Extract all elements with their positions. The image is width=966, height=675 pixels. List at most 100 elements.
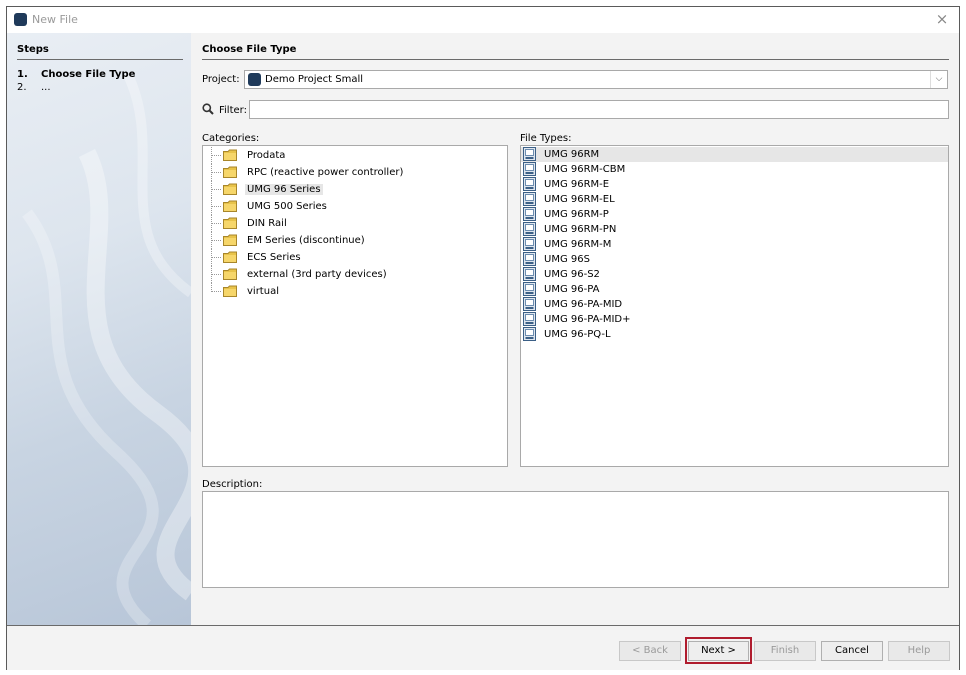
file-type-item[interactable]: UMG 96RM <box>521 147 948 162</box>
file-type-item[interactable]: UMG 96S <box>521 252 948 267</box>
category-label: UMG 96 Series <box>245 184 323 195</box>
file-type-item[interactable]: UMG 96RM-M <box>521 237 948 252</box>
device-icon <box>523 177 536 191</box>
app-logo-icon <box>14 13 27 26</box>
file-type-item[interactable]: UMG 96-S2 <box>521 267 948 282</box>
category-label: EM Series (discontinue) <box>247 235 365 246</box>
categories-tree[interactable]: Prodata RPC (reactive power controller) UM… <box>202 145 508 467</box>
project-dropdown[interactable]: Demo Project Small ⌵ <box>244 70 948 89</box>
folder-icon <box>223 234 237 246</box>
device-icon <box>523 327 536 341</box>
search-icon <box>202 103 214 115</box>
file-type-label: UMG 96-PA-MID+ <box>544 314 631 325</box>
file-type-label: UMG 96RM-P <box>544 209 609 220</box>
description-box <box>202 491 949 588</box>
description-label: Description: <box>202 479 263 490</box>
tree-connector <box>211 274 221 275</box>
category-item[interactable]: virtual <box>203 283 503 300</box>
file-type-label: UMG 96RM-EL <box>544 194 615 205</box>
file-type-item[interactable]: UMG 96-PA <box>521 282 948 297</box>
step-number: 2. <box>17 82 27 93</box>
category-item[interactable]: UMG 500 Series <box>203 198 503 215</box>
finish-button[interactable]: Finish <box>754 641 816 661</box>
steps-panel: Steps 1. Choose File Type 2.... <box>7 33 191 625</box>
category-label: external (3rd party devices) <box>247 269 387 280</box>
folder-icon <box>223 149 237 161</box>
category-label: RPC (reactive power controller) <box>247 167 404 178</box>
device-icon <box>523 147 536 161</box>
help-button[interactable]: Help <box>888 641 950 661</box>
device-icon <box>523 297 536 311</box>
category-item[interactable]: ECS Series <box>203 249 503 266</box>
device-icon <box>523 237 536 251</box>
tree-connector <box>211 172 221 173</box>
filter-input[interactable] <box>249 100 949 119</box>
steps-divider <box>17 59 183 60</box>
file-type-item[interactable]: UMG 96RM-P <box>521 207 948 222</box>
title-bar: New File × <box>7 7 959 33</box>
steps-heading: Steps <box>17 44 49 55</box>
file-type-label: UMG 96-PA <box>544 284 600 295</box>
category-item[interactable]: EM Series (discontinue) <box>203 232 503 249</box>
window-title: New File <box>32 13 78 26</box>
category-label: UMG 500 Series <box>247 201 327 212</box>
category-item[interactable]: RPC (reactive power controller) <box>203 164 503 181</box>
chevron-down-icon[interactable]: ⌵ <box>930 71 947 88</box>
file-type-label: UMG 96RM <box>544 149 600 160</box>
step-label: ... <box>41 82 51 93</box>
file-type-item[interactable]: UMG 96RM-EL <box>521 192 948 207</box>
device-icon <box>523 267 536 281</box>
category-item[interactable]: Prodata <box>203 147 503 164</box>
category-label: Prodata <box>247 150 286 161</box>
file-type-label: UMG 96-PA-MID <box>544 299 623 310</box>
filter-label: Filter: <box>219 105 247 116</box>
file-type-label: UMG 96S <box>544 254 590 265</box>
device-icon <box>523 252 536 266</box>
device-icon <box>523 222 536 236</box>
folder-icon <box>223 285 237 297</box>
file-type-item[interactable]: UMG 96-PQ-L <box>521 327 948 342</box>
file-type-label: UMG 96RM-PN <box>544 224 617 235</box>
file-type-label: UMG 96RM-M <box>544 239 612 250</box>
file-type-item[interactable]: UMG 96-PA-MID+ <box>521 312 948 327</box>
file-type-label: UMG 96RM-CBM <box>544 164 626 175</box>
file-types-list[interactable]: UMG 96RM UMG 96RM-CBM UMG 96RM-E UMG 96RM-E… <box>520 145 949 467</box>
main-panel: Choose File Type Project: Demo Project S… <box>191 33 959 625</box>
title-divider <box>202 59 949 60</box>
file-type-item[interactable]: UMG 96RM-PN <box>521 222 948 237</box>
close-button[interactable]: × <box>933 10 951 28</box>
device-icon <box>523 192 536 206</box>
category-label: ECS Series <box>247 252 301 263</box>
categories-label: Categories: <box>202 133 260 144</box>
file-type-item[interactable]: UMG 96-PA-MID <box>521 297 948 312</box>
cancel-button[interactable]: Cancel <box>821 641 883 661</box>
folder-icon <box>223 268 237 280</box>
step-2: 2.... <box>17 82 51 93</box>
folder-icon <box>223 251 237 263</box>
tree-connector <box>211 240 221 241</box>
file-type-item[interactable]: UMG 96RM-E <box>521 177 948 192</box>
file-type-label: UMG 96-PQ-L <box>544 329 611 340</box>
category-item[interactable]: UMG 96 Series <box>203 181 503 198</box>
step-number: 1. <box>17 69 28 80</box>
file-types-label: File Types: <box>520 133 572 144</box>
device-icon <box>523 162 536 176</box>
tree-connector <box>211 223 221 224</box>
file-type-item[interactable]: UMG 96RM-CBM <box>521 162 948 177</box>
category-item[interactable]: DIN Rail <box>203 215 503 232</box>
back-button[interactable]: < Back <box>619 641 681 661</box>
next-button[interactable]: Next > <box>688 641 749 661</box>
step-label: Choose File Type <box>41 69 136 80</box>
project-label: Project: <box>202 74 240 85</box>
new-file-dialog: New File × Steps 1. Choose File Type 2...… <box>6 6 960 670</box>
device-icon <box>523 312 536 326</box>
file-type-label: UMG 96-S2 <box>544 269 600 280</box>
button-bar: < Back Next > Finish Cancel Help <box>7 626 959 670</box>
tree-connector <box>211 189 221 190</box>
tree-connector <box>211 291 221 292</box>
page-title: Choose File Type <box>202 44 297 55</box>
device-icon <box>523 282 536 296</box>
category-item[interactable]: external (3rd party devices) <box>203 266 503 283</box>
file-type-label: UMG 96RM-E <box>544 179 610 190</box>
dialog-content: Steps 1. Choose File Type 2.... Choose Fi… <box>7 33 959 625</box>
